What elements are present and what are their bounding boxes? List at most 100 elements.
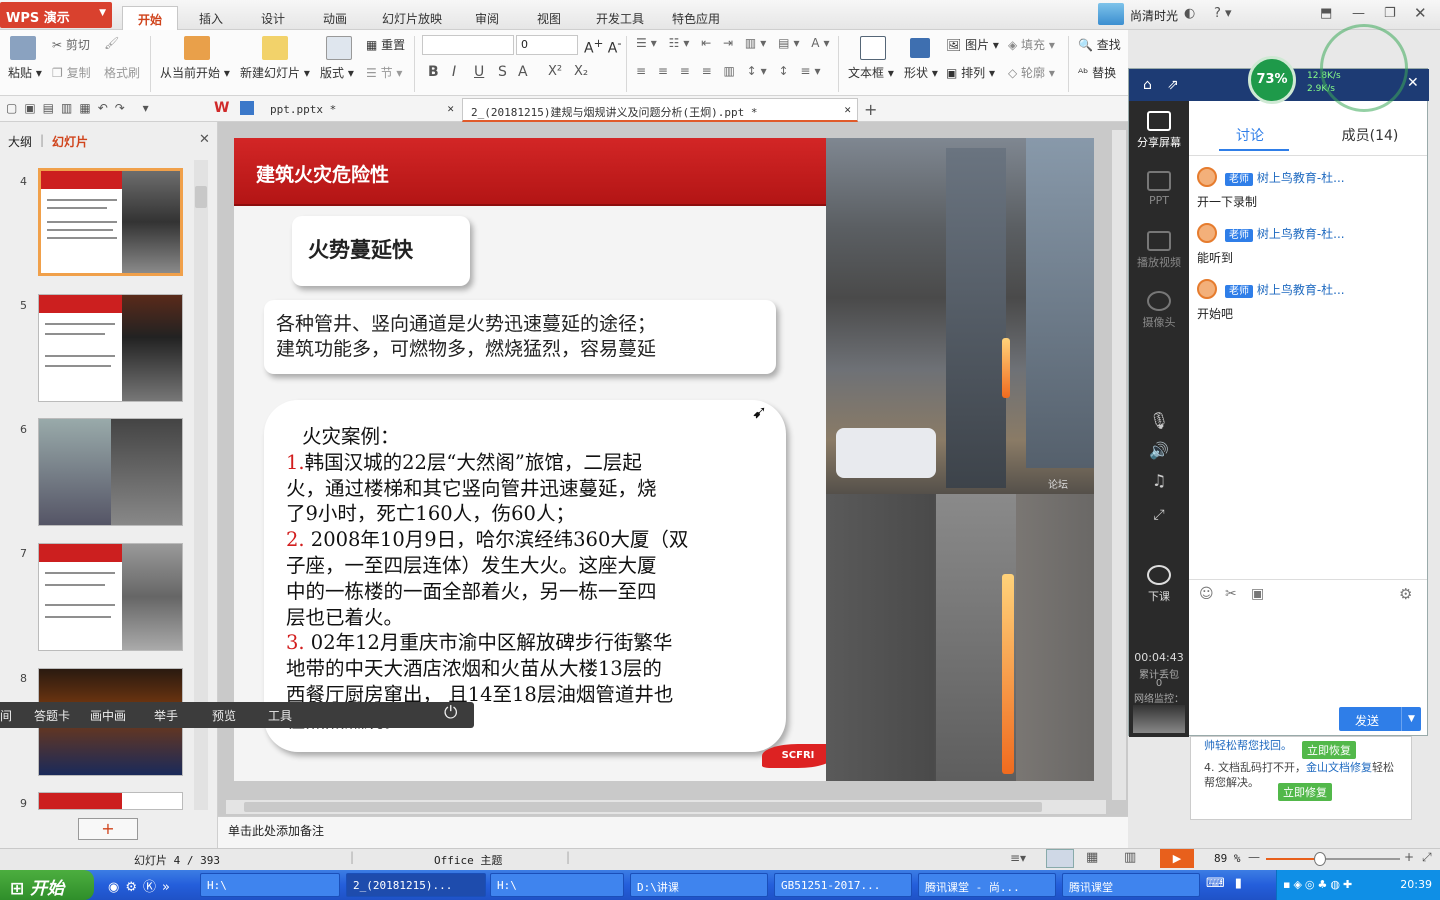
scrollbar-thumb[interactable] <box>244 802 1042 812</box>
music-icon[interactable]: ♫ <box>1129 471 1189 490</box>
slideshow-icon[interactable] <box>184 36 210 60</box>
power-icon[interactable]: ⏻ <box>444 703 457 723</box>
paste-icon[interactable] <box>10 36 36 60</box>
gear-icon[interactable]: ⚙ <box>1399 585 1412 603</box>
task-tencent-2[interactable]: 腾讯课堂 <box>1062 873 1200 897</box>
notes-pane[interactable] <box>218 816 1128 848</box>
tab-design[interactable]: 设计 <box>248 6 298 30</box>
font-size-select[interactable]: 0 <box>516 35 578 55</box>
doc-tab-active[interactable]: 2_(20181215)建规与烟规讲义及问题分析(王炯).ppt * ✕ <box>462 98 858 122</box>
textbox-button[interactable]: 文本框 ▾ <box>848 64 894 81</box>
preview-button[interactable]: 预览 <box>212 707 236 724</box>
new-tab-icon[interactable]: + <box>864 100 877 119</box>
close-icon[interactable]: ✕ <box>199 132 210 147</box>
quick-access-icons[interactable]: ▢▣▤▥▦↶↷ ▾ <box>6 101 156 115</box>
tab-discussion[interactable]: 讨论 <box>1205 125 1295 145</box>
list-icons[interactable]: ☰▾ ☷▾ ⇤ ⇥ ▥▾ ▤▾ A▾ <box>636 36 834 50</box>
slide-thumbnail-4[interactable] <box>38 168 183 276</box>
slide-canvas[interactable]: 建筑火灾危险性 火势蔓延快 各种管井、竖向通道是火势迅速蔓延的途径； 建筑功能多… <box>234 138 1094 781</box>
from-current-button[interactable]: 从当前开始 ▾ <box>160 64 230 81</box>
play-icon[interactable]: ▶ <box>1160 849 1194 868</box>
shape-icon[interactable] <box>910 38 930 58</box>
share-icon[interactable]: ⇗ <box>1167 77 1179 93</box>
sender-name[interactable]: 树上鸟教育-杜... <box>1257 283 1345 297</box>
normal-view-icon[interactable] <box>1046 849 1074 868</box>
raise-hand-button[interactable]: 举手 <box>154 707 178 724</box>
zoom-slider[interactable] <box>1266 852 1400 866</box>
end-class-button[interactable]: 下课 <box>1129 565 1189 604</box>
arrange-button[interactable]: ▣ 排列 ▾ <box>946 64 995 81</box>
user-name[interactable]: 尚清时光 <box>1130 7 1178 24</box>
layout-icon[interactable] <box>326 36 352 60</box>
add-slide-button[interactable]: + <box>78 818 138 840</box>
fill-button[interactable]: ◈ 填充 ▾ <box>1008 36 1055 53</box>
wps-logo-icon[interactable]: W <box>214 100 229 116</box>
font-color-button[interactable]: A <box>518 64 528 80</box>
task-explorer-h2[interactable]: H:\ <box>490 873 624 897</box>
repair-now-button[interactable]: 立即修复 <box>1278 783 1332 801</box>
ppt-button[interactable]: PPT <box>1129 171 1189 207</box>
task-tencent-1[interactable]: 腾讯课堂 - 尚... <box>918 873 1056 897</box>
section-button[interactable]: ☰ 节 ▾ <box>366 64 402 81</box>
fullscreen-icon[interactable]: ⤢ <box>1129 507 1189 523</box>
share-screen-button[interactable]: 分享屏幕 <box>1129 111 1189 150</box>
notes-placeholder[interactable]: 单击此处添加备注 <box>228 822 324 839</box>
skin-icon[interactable] <box>1098 3 1124 25</box>
sender-name[interactable]: 树上鸟教育-杜... <box>1257 171 1345 185</box>
superscript-button[interactable]: X² <box>548 64 562 79</box>
home-icon[interactable]: ⌂ <box>1143 77 1152 93</box>
speaker-icon[interactable]: 🔊 <box>1129 441 1189 460</box>
restore-icon[interactable]: ⬒ <box>1320 6 1332 21</box>
shape-button[interactable]: 形状 ▾ <box>904 64 938 81</box>
send-button[interactable]: 发送 ▼ <box>1339 707 1421 731</box>
doc-tab-pptx[interactable]: ppt.pptx * ✕ <box>262 98 460 122</box>
tab-animation[interactable]: 动画 <box>310 6 360 30</box>
quick-launch-icons[interactable]: ◉⚙Ⓚ» <box>108 876 176 895</box>
close-icon[interactable]: ✕ <box>1414 4 1427 22</box>
underline-button[interactable]: U <box>474 64 484 80</box>
task-wps[interactable]: 2_(20181215)... <box>346 873 486 897</box>
slide-thumbnail-9[interactable] <box>38 792 183 810</box>
task-explorer-d[interactable]: D:\讲课 <box>630 873 768 897</box>
outline-button[interactable]: ◇ 轮廓 ▾ <box>1008 64 1055 81</box>
bold-button[interactable]: B <box>428 64 439 80</box>
close-icon[interactable]: ✕ <box>447 102 454 115</box>
play-video-button[interactable]: 播放视频 <box>1129 231 1189 270</box>
slide-thumbnail-7[interactable] <box>38 543 183 651</box>
cut-button[interactable]: ✂ 剪切 <box>52 36 90 53</box>
fire-photo-1[interactable]: 论坛 <box>826 138 1094 494</box>
replace-button[interactable]: ᴬᵇ 替换 <box>1078 64 1116 81</box>
find-button[interactable]: 🔍 查找 <box>1078 36 1121 53</box>
tab-review[interactable]: 审阅 <box>464 6 510 30</box>
task-gb51251[interactable]: GB51251-2017... <box>774 873 912 897</box>
tab-developer[interactable]: 开发工具 <box>588 6 652 30</box>
reading-view-icon[interactable]: ▥ <box>1124 850 1136 865</box>
tab-members[interactable]: 成员(14) <box>1325 125 1415 145</box>
tab-special[interactable]: 特色应用 <box>664 6 728 30</box>
pip-button[interactable]: 画中画 <box>90 707 126 724</box>
zoom-out-icon[interactable]: — <box>1248 850 1260 864</box>
sender-name[interactable]: 树上鸟教育-杜... <box>1257 227 1345 241</box>
new-slide-button[interactable]: 新建幻灯片 ▾ <box>240 64 310 81</box>
settings-icon[interactable]: ◐ <box>1184 6 1195 21</box>
cube-icon[interactable] <box>240 101 254 115</box>
close-icon[interactable]: ✕ <box>844 103 851 116</box>
sorter-view-icon[interactable]: ▦ <box>1086 850 1098 865</box>
help-icon[interactable]: ? ▾ <box>1214 6 1232 21</box>
outline-tab[interactable]: 大纲 <box>8 133 32 150</box>
mic-icon[interactable]: 🎙 <box>1129 411 1189 430</box>
font-grow-icon[interactable]: A+ A- <box>584 36 622 57</box>
chevron-down-icon[interactable]: ▼ <box>1401 707 1421 731</box>
layout-button[interactable]: 版式 ▾ <box>320 64 354 81</box>
paste-button[interactable]: 粘贴 ▾ <box>8 64 42 81</box>
image-icon[interactable]: ▣ <box>1251 586 1264 602</box>
new-slide-icon[interactable] <box>262 36 288 60</box>
tab-home[interactable]: 开始 <box>122 6 178 30</box>
picture-button[interactable]: 🖼 图片 ▾ <box>946 36 999 53</box>
vertical-scrollbar[interactable] <box>1112 130 1126 800</box>
start-button[interactable]: ⊞ 开始 <box>0 870 94 900</box>
restore-now-button[interactable]: 立即恢复 <box>1302 741 1356 759</box>
scissors-icon[interactable]: ✂ <box>1225 586 1237 602</box>
brush-icon[interactable]: 🖌 <box>104 36 119 50</box>
tray-icons[interactable]: ▪◈◎♣◍✚ <box>1283 878 1355 891</box>
